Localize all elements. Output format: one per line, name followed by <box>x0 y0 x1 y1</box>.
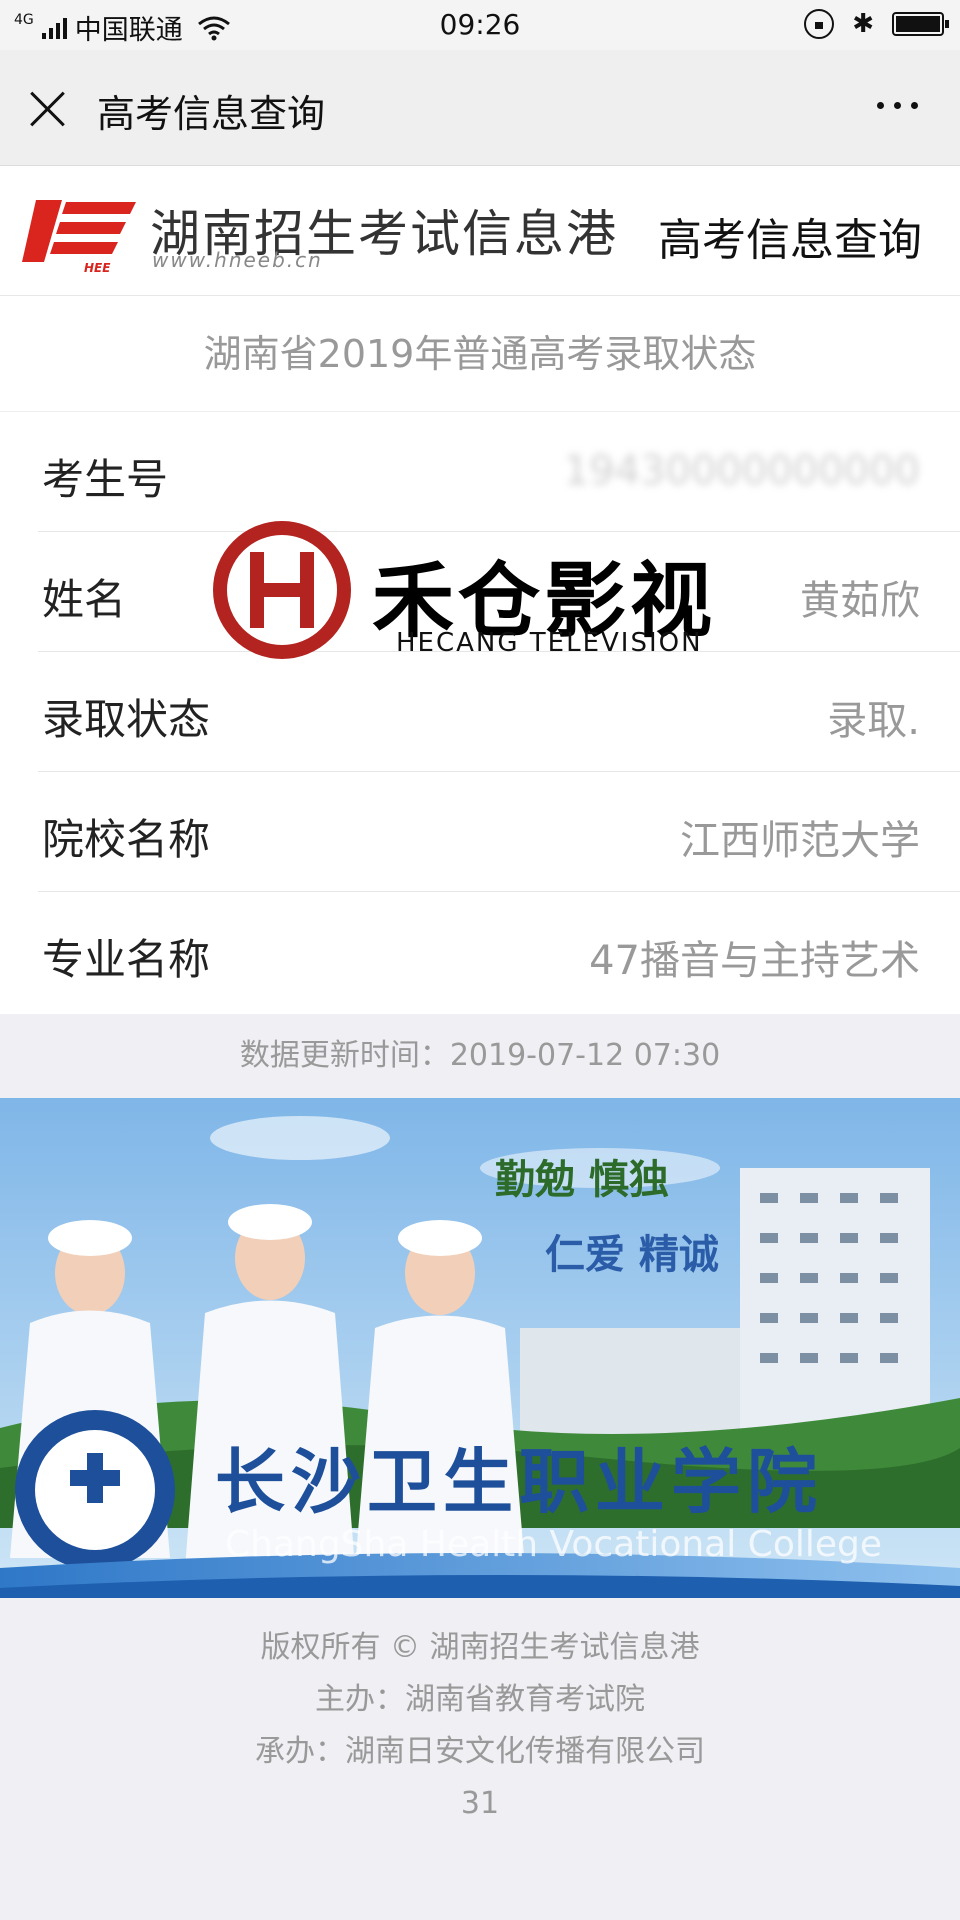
header-link[interactable]: 高考信息查询 <box>658 204 922 268</box>
result-row-school: 院校名称 江西师范大学 <box>38 772 960 892</box>
svg-text:ChangSha Health Vocational Col: ChangSha Health Vocational College <box>225 1524 882 1565</box>
site-header: HEE 湖南招生考试信息港 www.hneeb.cn 高考信息查询 <box>0 166 960 296</box>
rotation-lock-icon <box>804 9 835 39</box>
banner-image: 勤勉 慎独 仁爱 精诚 长沙卫生职业学院 ChangSha Health Voc… <box>0 1098 960 1598</box>
footer-organizer: 承办：湖南日安文化传播有限公司 <box>255 1734 705 1769</box>
update-time: 数据更新时间：2019-07-12 07:30 <box>239 1038 721 1073</box>
row-label: 院校名称 <box>42 815 211 864</box>
section-title: 湖南省2019年普通高考录取状态 <box>0 296 960 412</box>
result-row-status: 录取状态 录取. <box>38 652 960 772</box>
nav-bar: 高考信息查询 <box>0 50 960 166</box>
visit-counter: 31 <box>460 1786 500 1821</box>
row-label: 录取状态 <box>42 695 211 744</box>
close-icon[interactable] <box>28 88 68 128</box>
status-bar: 4G 中国联通 09:26 ✱ <box>0 0 960 50</box>
row-value: 江西师范大学 <box>680 818 920 864</box>
watermark: 禾仓影视 HECANG TELEVISION <box>212 520 732 670</box>
row-label: 姓名 <box>42 575 127 624</box>
footer-sponsor: 主办：湖南省教育考试院 <box>315 1682 645 1717</box>
status-right: ✱ <box>804 9 949 39</box>
result-row-exam-number: 考生号 19430000000000 <box>38 412 960 532</box>
svg-text:长沙卫生职业学院: 长沙卫生职业学院 <box>215 1440 823 1523</box>
site-url: www.hneeb.cn <box>152 248 323 272</box>
row-value: 19430000000000 <box>563 448 920 494</box>
svg-text:勤勉 慎独: 勤勉 慎独 <box>495 1156 669 1203</box>
row-label: 考生号 <box>42 455 169 504</box>
result-row-major: 专业名称 47播音与主持艺术 <box>38 892 960 1012</box>
battery-icon <box>892 12 949 36</box>
footer: 版权所有 © 湖南招生考试信息港 主办：湖南省教育考试院 承办：湖南日安文化传播… <box>0 1598 960 1920</box>
row-value: 录取. <box>827 698 920 744</box>
row-value: 47播音与主持艺术 <box>589 938 920 984</box>
row-label: 专业名称 <box>42 935 211 984</box>
bluetooth-icon: ✱ <box>852 9 874 39</box>
hee-logo[interactable]: HEE <box>22 192 140 274</box>
footer-copyright: 版权所有 © 湖南招生考试信息港 <box>260 1630 700 1665</box>
svg-text:HEE: HEE <box>84 261 111 274</box>
row-value: 黄茹欣 <box>800 578 920 624</box>
svg-text:仁爱 精诚: 仁爱 精诚 <box>545 1231 719 1278</box>
more-icon[interactable] <box>877 102 918 109</box>
watermark-logo-icon <box>213 521 351 659</box>
nav-title: 高考信息查询 <box>97 92 326 136</box>
college-banner[interactable]: 勤勉 慎独 仁爱 精诚 长沙卫生职业学院 ChangSha Health Voc… <box>0 1098 960 1598</box>
watermark-subtitle: HECANG TELEVISION <box>396 628 703 658</box>
